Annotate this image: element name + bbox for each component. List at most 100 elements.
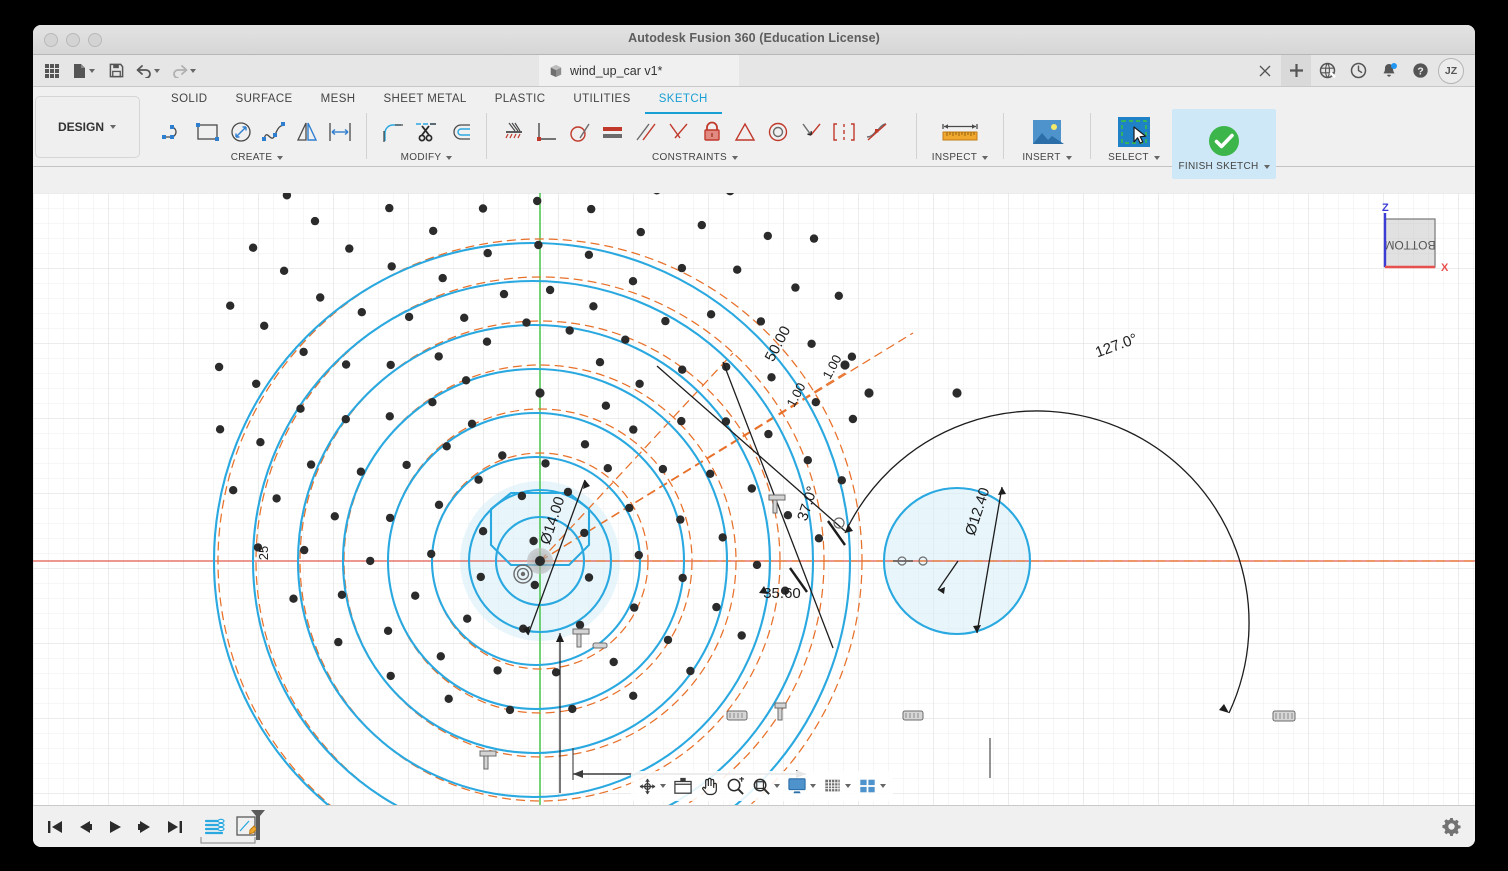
help-globe-icon[interactable] (1312, 55, 1342, 86)
sketch-point[interactable] (345, 244, 353, 252)
sketch-point[interactable] (753, 561, 761, 569)
chevron-down-icon[interactable] (880, 784, 886, 788)
sketch-point[interactable] (552, 668, 560, 676)
sketch-point[interactable] (838, 476, 846, 484)
zoom-icon[interactable] (723, 773, 748, 799)
sketch-point[interactable] (479, 204, 487, 212)
sketch-point[interactable] (630, 603, 638, 611)
chevron-down-icon[interactable] (154, 69, 160, 73)
sketch-point[interactable] (589, 302, 597, 310)
sketch-point[interactable] (386, 412, 394, 420)
sketch-point[interactable] (664, 636, 672, 644)
chevron-down-icon[interactable] (89, 69, 95, 73)
sketch-point[interactable] (764, 232, 772, 240)
insert-button[interactable]: INSERT (1009, 113, 1085, 163)
symmetry-icon[interactable] (828, 116, 859, 149)
sketch-point[interactable] (659, 465, 667, 473)
sketch-point[interactable] (357, 468, 365, 476)
sketch-point[interactable] (610, 658, 618, 666)
sketch-point[interactable] (712, 603, 720, 611)
view-cube[interactable]: BOTTOM Z X (1365, 201, 1457, 285)
sketch-point[interactable] (229, 486, 237, 494)
sketch-point[interactable] (296, 405, 304, 413)
sketch-point[interactable] (342, 360, 350, 368)
timeline-features[interactable] (202, 814, 260, 840)
sketch-point[interactable] (807, 340, 815, 348)
sketch-point[interactable] (311, 217, 319, 225)
circle-icon[interactable] (225, 116, 256, 149)
sketch-point[interactable] (463, 615, 471, 623)
sketch-point[interactable] (733, 266, 741, 274)
tab-mesh[interactable]: MESH (307, 87, 370, 114)
sketch-point[interactable] (256, 438, 264, 446)
sketch-point[interactable] (625, 504, 633, 512)
document-tab[interactable]: wind_up_car v1* (539, 55, 739, 86)
sketch-point[interactable] (402, 461, 410, 469)
ribbon-group-modify-label[interactable]: MODIFY (401, 152, 453, 163)
sketch-point[interactable] (468, 420, 476, 428)
viewports-icon[interactable] (855, 773, 889, 799)
sketch-point[interactable] (338, 591, 346, 599)
sketch-point[interactable] (767, 373, 775, 381)
chevron-down-icon[interactable] (277, 156, 283, 160)
sketch-point[interactable] (483, 338, 491, 346)
horizontal-vertical-icon[interactable] (531, 116, 562, 149)
sketch-point[interactable] (280, 267, 288, 275)
sketch-point[interactable] (427, 550, 435, 558)
sketch-point[interactable] (386, 514, 394, 522)
sketch-point[interactable] (676, 515, 684, 523)
chevron-down-icon[interactable] (845, 784, 851, 788)
finish-sketch-button[interactable]: FINISH SKETCH (1172, 109, 1276, 179)
sketch-point[interactable] (249, 244, 257, 252)
curvature-icon[interactable] (861, 116, 892, 149)
new-file-icon[interactable] (67, 58, 101, 84)
orbit-icon[interactable] (635, 773, 669, 799)
sketch-point[interactable] (581, 440, 589, 448)
workspace-switcher[interactable]: DESIGN (33, 87, 141, 166)
question-help-icon[interactable]: ? (1405, 55, 1435, 86)
fillet-icon[interactable] (378, 116, 409, 149)
sketch-point[interactable] (566, 326, 574, 334)
sketch-point[interactable] (428, 398, 436, 406)
sketch-point[interactable] (429, 227, 437, 235)
sketch-point[interactable] (522, 318, 530, 326)
sketch-point[interactable] (564, 488, 572, 496)
sketch-point[interactable] (498, 451, 506, 459)
chevron-down-icon[interactable] (732, 156, 738, 160)
sketch-point[interactable] (764, 430, 772, 438)
sketch-point[interactable] (358, 308, 366, 316)
sketch-point[interactable] (384, 627, 392, 635)
sketch-point[interactable] (637, 228, 645, 236)
parallel-icon[interactable] (630, 116, 661, 149)
sketch-point[interactable] (698, 221, 706, 229)
sketch-point[interactable] (366, 557, 374, 565)
step-forward-icon[interactable] (136, 818, 154, 836)
trim-scissors-icon[interactable] (411, 116, 442, 149)
chevron-down-icon[interactable] (190, 69, 196, 73)
tab-solid[interactable]: SOLID (157, 87, 222, 114)
line-icon[interactable] (159, 116, 190, 149)
sketch-point[interactable] (576, 621, 584, 629)
chevron-down-icon[interactable] (1264, 165, 1270, 169)
offset-icon[interactable] (444, 116, 475, 149)
sketch-point[interactable] (215, 363, 223, 371)
ribbon-group-create-label[interactable]: CREATE (231, 152, 284, 163)
chevron-down-icon[interactable] (982, 156, 988, 160)
sketch-point[interactable] (585, 251, 593, 259)
coincident-icon[interactable] (795, 116, 826, 149)
sketch-point[interactable] (568, 705, 576, 713)
sketch-point[interactable] (334, 638, 342, 646)
sketch-point[interactable] (635, 551, 643, 559)
sketch-point[interactable] (439, 274, 447, 282)
notifications-bell-icon[interactable] (1374, 55, 1404, 86)
tangent-icon[interactable] (564, 116, 595, 149)
sketch-point[interactable] (791, 283, 799, 291)
sketch-point[interactable] (748, 484, 756, 492)
chevron-down-icon[interactable] (1154, 156, 1160, 160)
sketch-point[interactable] (677, 417, 685, 425)
rectangular-pattern-icon[interactable] (324, 116, 355, 149)
sketch-point[interactable] (500, 290, 508, 298)
sketch-point[interactable] (484, 249, 492, 257)
rectangle-icon[interactable] (192, 116, 223, 149)
navigation-bar[interactable] (631, 771, 893, 801)
